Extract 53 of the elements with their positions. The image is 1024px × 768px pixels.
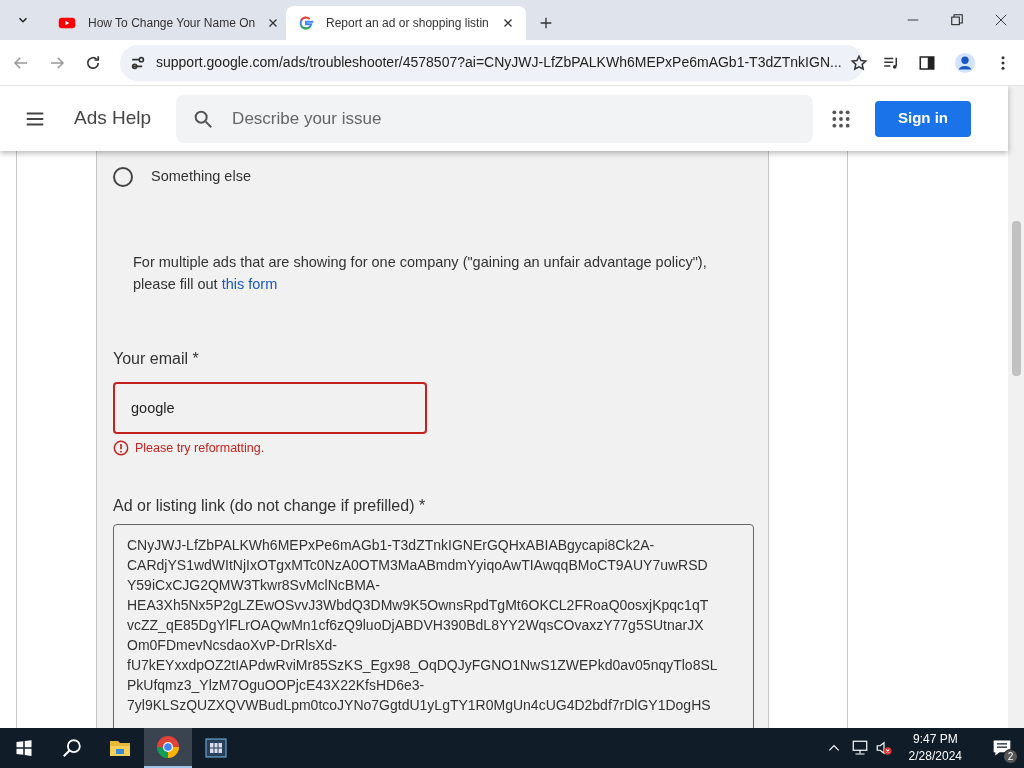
link-text-line: Y59iCxCJG2QMW3Tkwr8SvMclNcBMA- [127, 575, 381, 595]
url-text: support.google.com/ads/troubleshooter/4578507?ai=CNyJWJ-LfZbPALKWh6MEPxPe6mAGb1-T3dZTnkIGN... [156, 53, 842, 72]
message-icon [992, 738, 1012, 758]
error-message: Please try reformatting. [135, 439, 265, 457]
link-text-line: 7yl9KLSzQUZXQVWBudLpm0tcoJYNo7GgtdU1yLgTY1R0MgUn4cUG4D2bdf7rDlGY1DogHS [127, 695, 712, 715]
field-label: Your email * [113, 348, 200, 369]
note-text: For multiple ads that are showing for one company ("gaining an unfair advantage policy"), [133, 252, 708, 272]
close-icon[interactable] [502, 17, 514, 29]
field-label: Ad or listing link (do not change if prefilled) * [113, 495, 427, 516]
link-text-line: CNyJWJ-LfZbPALKWh6MEPxPe6mAGb1-T3dZTnkIGNErGQHxABIABgycapi8Ck2A- [127, 535, 656, 555]
chrome-icon [156, 735, 180, 759]
new-tab-icon[interactable] [538, 15, 554, 31]
browser-tab[interactable]: How To Change Your Name On [46, 6, 286, 40]
clock-time[interactable]: 9:47 PM [912, 731, 958, 748]
clock-date[interactable]: 2/28/2024 [908, 748, 962, 765]
restore-icon[interactable] [950, 13, 964, 27]
tab-title: How To Change Your Name On [88, 15, 256, 32]
scrollbar[interactable] [1008, 86, 1024, 728]
link-text-line: CARdjYS1wdWItNjIxOTgxMTc0NzA0OTM3MaABmdmYyiqoAwTIAwqqBMoCT9AUY7uwRSD [127, 555, 709, 575]
link-text-line: HEA3Xh5Nx5P2gLZEwOSvvJ3WbdQ3DMw9K5OwnsRpdTgMt6OKCL2FRoaQ0osxjKpqc1qT [127, 595, 710, 615]
sign-in-button[interactable]: Sign in [875, 100, 971, 137]
muted-speaker-icon[interactable] [874, 739, 893, 757]
browser-tab[interactable]: Report an ad or shopping listin [286, 6, 526, 40]
link-text-line: PkUfqmz3_YlzM7OguOOPjcE43X22KfsHD6e3- [127, 675, 426, 695]
film-icon [204, 736, 228, 760]
taskbar-app[interactable] [144, 728, 192, 768]
error-icon [113, 440, 129, 457]
link-text-line: fU7kEYxxdpOZ2tIAPdwRviMr85SzKS_Egx98_OqDQJyFGNO1NwS1ZWEPkd0av05nqyTlo8SL [127, 655, 719, 675]
search-field[interactable]: Describe your issue [176, 94, 814, 143]
note-text: please fill out [133, 274, 218, 294]
close-icon[interactable] [994, 13, 1008, 27]
form-link[interactable]: this form [221, 272, 278, 295]
product-title[interactable]: Ads Help [74, 104, 152, 133]
notifications-button[interactable]: 2 [980, 728, 1024, 768]
profile-icon[interactable] [954, 51, 976, 74]
notification-count: 2 [1003, 749, 1018, 764]
network-icon[interactable] [850, 739, 869, 757]
email-field[interactable]: google [113, 381, 427, 434]
radio-button[interactable] [113, 166, 133, 187]
windows-start-icon[interactable] [15, 739, 33, 757]
option-label[interactable]: Something else [151, 166, 251, 188]
link-text-area[interactable] [113, 523, 754, 728]
side-panel-icon[interactable] [918, 53, 936, 72]
apps-grid-icon[interactable] [831, 108, 851, 129]
scroll-thumb[interactable] [1011, 221, 1021, 376]
bookmark-star-icon[interactable] [849, 53, 868, 72]
reload-icon[interactable] [84, 53, 102, 72]
close-icon[interactable] [267, 17, 280, 29]
search-icon[interactable] [61, 737, 83, 759]
google-g-icon [298, 15, 314, 31]
link-text-line: Om0FDmevNcsdaoXvP-DrRlsXd- [127, 635, 339, 655]
tab-title: Report an ad or shopping listin [326, 15, 490, 32]
link-text-line: vcZZ_qE85DgYlFLrOAQwMn1cf6zQ9luoDjABDVH390BdL8YY2WqsCOvaxzY77g5SUtnarJX [127, 615, 705, 635]
